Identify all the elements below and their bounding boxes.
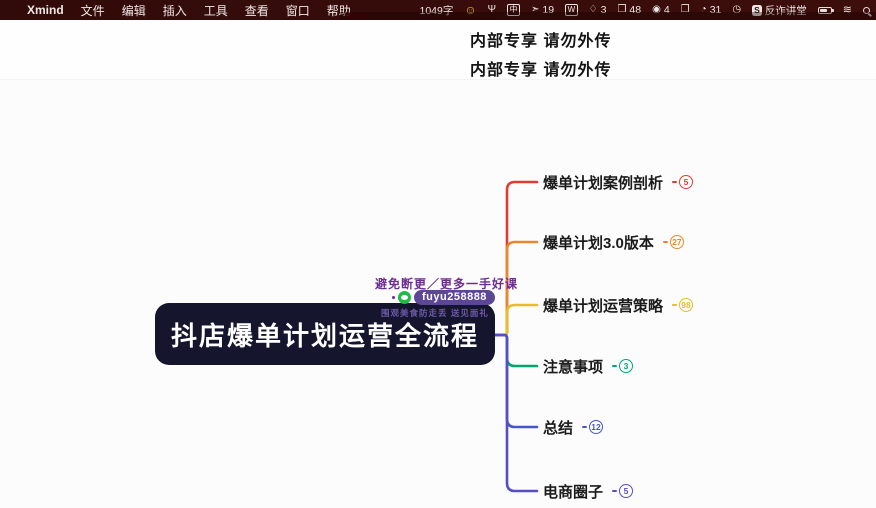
numeric-marker[interactable]: 5 (672, 175, 694, 189)
marker-dash (672, 304, 678, 306)
gauge-count: 31 (709, 4, 722, 16)
bird-status[interactable]: ➣ 19 (531, 4, 554, 16)
branch-label[interactable]: 爆单计划运营策略 (543, 295, 663, 316)
tag-status[interactable]: ♢ 3 (589, 4, 607, 16)
branch-topic-1: 爆单计划案例剖析 5 (543, 172, 694, 193)
marker-count-badge: 3 (619, 359, 634, 373)
coins-status[interactable]: ◉ 4 (652, 4, 670, 16)
w-app-icon[interactable]: W (565, 4, 578, 16)
connector-branch-5 (492, 333, 539, 429)
connector-branch-3 (492, 303, 539, 337)
marker-count-badge: 27 (669, 235, 684, 249)
marker-dash (672, 181, 678, 183)
menu-tools[interactable]: 工具 (204, 2, 228, 19)
clock-icon[interactable]: ◷ (732, 5, 741, 15)
tag-icon: ♢ (588, 4, 598, 15)
coins-icon: ◉ (652, 4, 661, 15)
marker-count-badge: 5 (619, 484, 634, 498)
bullet-dot (392, 296, 395, 299)
bookmark-status[interactable]: ❒ 48 (617, 4, 641, 16)
s-app-icon: S (752, 4, 762, 16)
menu-app-name[interactable]: Xmind (27, 3, 64, 17)
branch-topic-4: 注意事项 3 (543, 356, 634, 377)
confidential-banner-line2: 内部专享 请勿外传 (470, 62, 612, 79)
bookmark-icon: ❒ (617, 4, 627, 15)
marker-count-badge: 12 (589, 420, 604, 434)
folder-icon[interactable]: ❐ (681, 5, 690, 15)
bird-count: 19 (542, 4, 555, 16)
branch-topic-3: 爆单计划运营策略 98 (543, 295, 694, 316)
menu-help[interactable]: 帮助 (327, 2, 351, 19)
branch-label[interactable]: 电商圈子 (543, 481, 603, 502)
bird-icon: ➣ (530, 4, 540, 15)
wifi-icon[interactable]: ≋ (843, 4, 852, 16)
numeric-marker[interactable]: 3 (612, 359, 634, 373)
connector-branch-6 (492, 333, 539, 493)
gauge-status[interactable]: ◔ 31 (701, 4, 722, 16)
branch-connector-lines (492, 180, 539, 493)
menu-file[interactable]: 文件 (81, 2, 105, 19)
macos-menu-bar: Xmind 文件 编辑 插入 工具 查看 窗口 帮助 1049字 ☺ Ψ 中 ➣… (0, 0, 876, 20)
marker-dash (612, 490, 618, 492)
connector-branch-1 (492, 180, 539, 337)
battery-icon[interactable] (817, 6, 834, 14)
search-icon[interactable] (863, 6, 870, 14)
marker-dash (612, 365, 618, 367)
menu-window[interactable]: 窗口 (286, 2, 310, 19)
bookmark-count: 48 (629, 4, 642, 16)
branch-topic-2: 爆单计划3.0版本 27 (543, 232, 684, 252)
s-app-status[interactable]: S 反诈讲堂 (752, 3, 807, 18)
tag-count: 3 (600, 4, 607, 16)
seller-watermark-line1: 避免断更／更多一手好课 (375, 277, 519, 291)
branch-label[interactable]: 爆单计划案例剖析 (543, 172, 663, 193)
canvas-top-strip (0, 20, 876, 80)
root-topic-node[interactable]: 抖店爆单计划运营全流程 (155, 303, 495, 365)
connector-branch-2 (492, 240, 539, 337)
marker-count-badge: 5 (679, 175, 694, 189)
branch-topic-6: 电商圈子 5 (543, 481, 634, 502)
confidential-banner-line1: 内部专享 请勿外传 (470, 33, 612, 50)
branch-topic-5: 总结 12 (543, 417, 604, 438)
root-topic-label: 抖店爆单计划运营全流程 (170, 320, 479, 351)
menu-view[interactable]: 查看 (245, 2, 269, 19)
gauge-icon: ◔ (700, 4, 707, 15)
branch-label[interactable]: 总结 (543, 417, 573, 438)
coins-count: 4 (663, 4, 670, 16)
xmind-canvas[interactable]: 内部专享 请勿外传 内部专享 请勿外传 抖店爆单计划运营全流程 避免断更／更多一… (0, 20, 876, 508)
menu-insert[interactable]: 插入 (163, 2, 187, 19)
numeric-marker[interactable]: 98 (672, 298, 694, 312)
smiley-icon[interactable]: ☺ (464, 4, 476, 16)
numeric-marker[interactable]: 5 (612, 484, 634, 498)
menu-edit[interactable]: 编辑 (122, 2, 146, 19)
numeric-marker[interactable]: 27 (662, 235, 684, 249)
marker-count-badge: 98 (679, 298, 694, 312)
numeric-marker[interactable]: 12 (582, 420, 604, 434)
s-app-text: 反诈讲堂 (764, 4, 807, 17)
mic-icon[interactable]: Ψ (488, 5, 496, 15)
branch-label[interactable]: 爆单计划3.0版本 (543, 232, 654, 253)
input-method-icon[interactable]: 中 (506, 4, 520, 16)
marker-dash (662, 241, 668, 243)
word-count-status: 1049字 (419, 4, 454, 17)
marker-dash (582, 426, 588, 428)
branch-label[interactable]: 注意事项 (543, 356, 603, 377)
connector-branch-4 (492, 333, 539, 368)
